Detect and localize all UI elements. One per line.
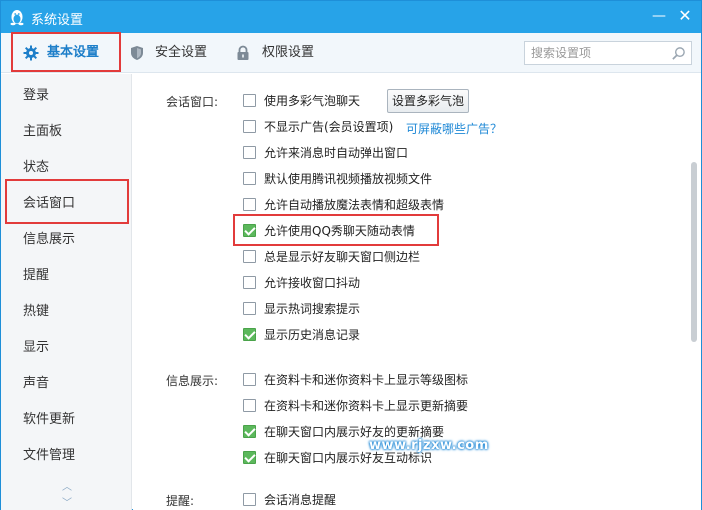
section-label-info: 信息展示: [166,374,219,388]
sidebar-item-hotkey[interactable]: 热键 [1,294,131,330]
top-tab-bar: 基本设置 安全设置 权限设置 [1,33,701,73]
qq-penguin-icon [10,10,24,26]
tab-label: 基本设置 [47,45,100,60]
option-text: 在资料卡和迷你资料卡上显示等级图标 [264,373,469,387]
scroll-down-icon[interactable]: ﹀ [60,494,74,509]
checkbox[interactable] [243,224,256,237]
search-icon[interactable] [671,46,686,61]
gear-icon [23,45,39,61]
option-text: 允许自动播放魔法表情和超级表情 [264,198,445,212]
option-text: 在资料卡和迷你资料卡上显示更新摘要 [264,399,469,413]
set-bubble-button[interactable]: 设置多彩气泡 [387,89,469,113]
option-text: 允许使用QQ秀聊天随动表情 [264,224,415,238]
ad-block-link[interactable]: 可屏蔽哪些广告？ [406,120,502,137]
sidebar-item-session-window[interactable]: 会话窗口 [1,186,131,222]
sidebar-item-sound[interactable]: 声音 [1,366,131,402]
sidebar: 登录 主面板 状态 会话窗口 信息展示 提醒 热键 显示 声音 软件更新 文件管… [1,74,132,510]
checkbox[interactable] [243,493,256,506]
option-text: 允许来消息时自动弹出窗口 [264,146,409,160]
checkbox[interactable] [243,146,256,159]
checkbox[interactable] [243,399,256,412]
sidebar-item-display[interactable]: 显示 [1,330,131,366]
sidebar-item-status[interactable]: 状态 [1,150,131,186]
checkbox[interactable] [243,302,256,315]
sidebar-item-login[interactable]: 登录 [1,78,131,114]
option-text: 显示热词搜索提示 [264,302,361,316]
lock-icon [237,45,249,60]
watermark-text: www.rjzxw.com [369,438,489,453]
checkbox[interactable] [243,276,256,289]
checkbox[interactable] [243,250,256,263]
option-text: 显示历史消息记录 [264,328,361,342]
tab-basic-settings[interactable]: 基本设置 [13,33,121,73]
option-text: 使用多彩气泡聊天 [264,94,361,108]
checkbox[interactable] [243,425,256,438]
sidebar-item-software-update[interactable]: 软件更新 [1,402,131,438]
checkbox[interactable] [243,328,256,341]
sidebar-item-main-panel[interactable]: 主面板 [1,114,131,150]
tab-label: 安全设置 [155,45,208,60]
section-label-session: 会话窗口: [166,95,219,109]
checkbox[interactable] [243,373,256,386]
tab-permission-settings[interactable]: 权限设置 [235,33,325,73]
checkbox[interactable] [243,451,256,464]
close-button[interactable]: ✕ [673,5,697,27]
option-text: 总是显示好友聊天窗口侧边栏 [264,250,421,264]
checkbox[interactable] [243,198,256,211]
content-scrollbar[interactable] [691,162,697,342]
option-text: 不显示广告(会员设置项) [264,120,394,134]
section-label-remind: 提醒: [166,494,195,508]
scroll-up-icon[interactable]: ︿ [60,478,74,493]
search-box[interactable] [524,41,692,65]
sidebar-item-reminder[interactable]: 提醒 [1,258,131,294]
tab-security-settings[interactable]: 安全设置 [129,33,219,73]
checkbox[interactable] [243,94,256,107]
option-text: 默认使用腾讯视频播放视频文件 [264,172,433,186]
sidebar-item-file-management[interactable]: 文件管理 [1,438,131,474]
minimize-button[interactable]: — [647,5,671,27]
search-input[interactable] [531,45,669,61]
title-bar[interactable]: 系统设置 — ✕ [1,1,701,33]
shield-icon [131,46,143,60]
option-text: 会话消息提醒 [264,493,337,507]
window-title: 系统设置 [31,13,84,28]
sidebar-item-info-display[interactable]: 信息展示 [1,222,131,258]
option-text: 允许接收窗口抖动 [264,276,361,290]
checkbox[interactable] [243,172,256,185]
checkbox[interactable] [243,120,256,133]
settings-window: 系统设置 — ✕ 基本设置 安全设置 权限设置 搜索设置项 登录 主面板 状态 … [0,0,702,510]
tab-label: 权限设置 [262,45,315,60]
